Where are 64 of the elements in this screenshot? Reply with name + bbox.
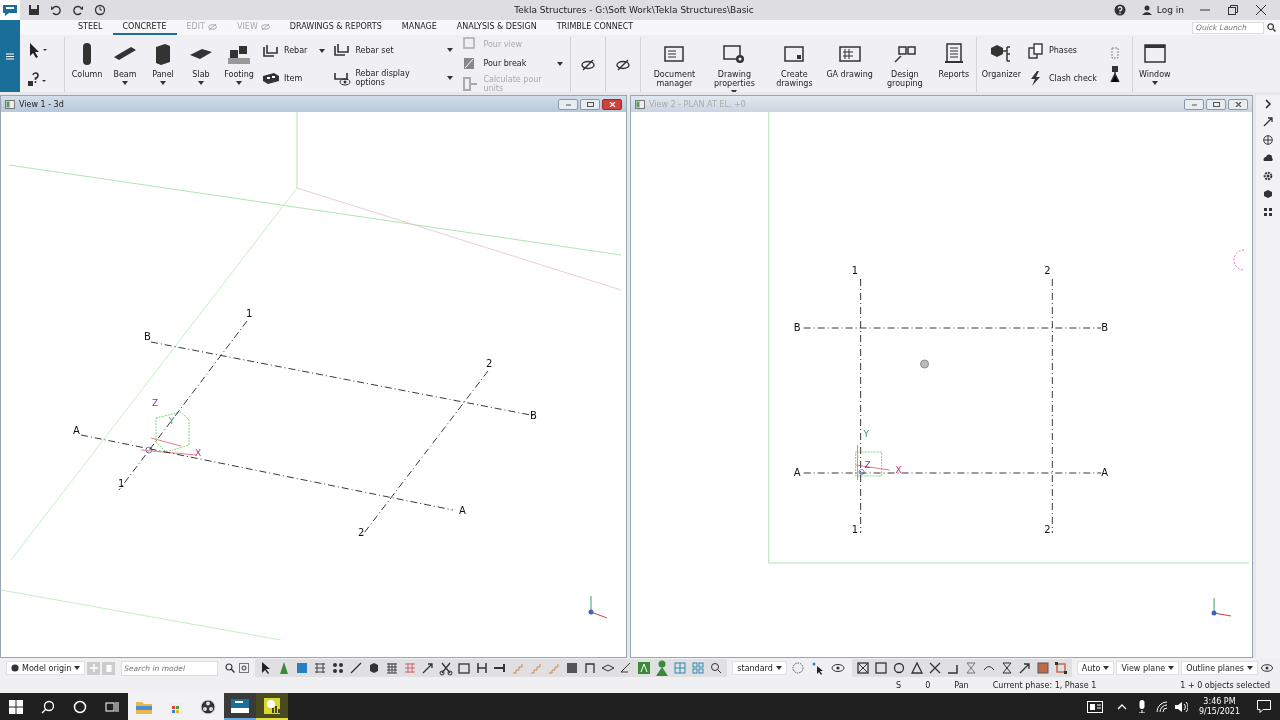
view-title: View 1 - 3d	[19, 99, 64, 109]
axis-label: Z	[152, 398, 159, 408]
ribbon-button[interactable]: Create drawings	[764, 35, 825, 94]
toolbar-dropdown[interactable]: View plane	[1116, 661, 1180, 675]
ribbon-button[interactable]: Document manager	[644, 35, 705, 94]
ribbon-tab[interactable]: STEEL	[68, 20, 113, 35]
grid-label: B	[1101, 322, 1109, 333]
axis-label: X	[895, 465, 902, 475]
login-button[interactable]: Log in	[1141, 5, 1184, 15]
grid-label: A	[459, 505, 466, 516]
grid-label: B	[793, 322, 801, 333]
ribbon-button[interactable]: Phases	[1026, 42, 1097, 59]
display-dropdown[interactable]: standard	[732, 661, 787, 675]
ribbon-button[interactable]: Beam	[106, 35, 144, 94]
axis-label: Z	[864, 460, 871, 470]
view-title: View 2 - PLAN AT EL. +0	[649, 99, 746, 109]
grid-label: B	[530, 410, 537, 421]
axis-label: Y	[863, 429, 870, 439]
grid-label: B	[144, 331, 151, 342]
ribbon-button[interactable]: Clash check	[1026, 70, 1097, 87]
ribbon-button[interactable]: Rebar display options	[333, 68, 454, 87]
grid-label: 2	[358, 527, 365, 538]
toolbar-dropdown[interactable]: Auto	[1076, 661, 1115, 675]
status-field: Current phase: 1, Phase 1	[992, 681, 1097, 690]
ribbon-tab[interactable]: TRIMBLE CONNECT	[546, 20, 644, 35]
ribbon-button[interactable]: Column	[68, 35, 106, 94]
window-title: Tekla Structures - G:\Soft Work\Tekla Structures\Basic	[513, 5, 755, 15]
origin-dropdown[interactable]: Model origin	[6, 661, 86, 675]
ribbon-button[interactable]: Design grouping	[874, 35, 935, 94]
ribbon-button[interactable]: Rebar set	[333, 42, 454, 59]
ribbon-button[interactable]: Panel	[144, 35, 182, 94]
status-field: Pan	[954, 681, 969, 690]
ribbon-button[interactable]: GA drawing	[824, 35, 875, 94]
status-field: 1 + 0 objects selected	[1180, 681, 1270, 690]
ribbon-button[interactable]: Slab	[182, 35, 220, 94]
ribbon-button[interactable]: Drawing properties	[704, 35, 765, 94]
ribbon-tab[interactable]: DRAWINGS & REPORTS	[279, 20, 392, 35]
ribbon-button[interactable]: Rebar	[262, 42, 326, 59]
model-view[interactable]: 1 2 B B A A 1 2 Y Z X	[631, 112, 1252, 657]
axis-label: Y	[169, 416, 175, 426]
ribbon-tab[interactable]: MANAGE	[391, 20, 447, 35]
axis-label: X	[195, 448, 202, 458]
grid-label: 1	[851, 265, 858, 276]
ribbon-button[interactable]: Window	[1135, 35, 1174, 94]
ribbon-button[interactable]: Item	[262, 70, 326, 87]
clock-button[interactable]: 3:46 PM 9/15/2021	[1192, 696, 1246, 717]
grid-label: A	[793, 467, 801, 478]
ribbon-button[interactable]: Pour break	[461, 55, 564, 72]
status-field: S	[896, 681, 902, 690]
grid-label: 1	[851, 524, 858, 535]
grid-label: 1	[118, 478, 125, 489]
status-field: 0	[925, 681, 931, 690]
ribbon-button[interactable]: Organizer	[979, 35, 1023, 94]
model-view[interactable]: 1 B 2 B A 1 A 2 Z Y X	[1, 112, 626, 657]
ribbon-button[interactable]: Reports	[934, 35, 973, 94]
ribbon-tab[interactable]: ANALYSIS & DESIGN	[446, 20, 547, 35]
grid-label: A	[73, 425, 80, 436]
grid-label: 2	[486, 358, 493, 369]
grid-label: 1	[246, 308, 253, 319]
toolbar-dropdown[interactable]: Outline planes	[1181, 661, 1258, 675]
grid-label: 2	[1044, 524, 1051, 535]
ribbon-button[interactable]: Footing	[220, 35, 258, 94]
grid-label: A	[1101, 467, 1109, 478]
grid-label: 2	[1044, 265, 1051, 276]
